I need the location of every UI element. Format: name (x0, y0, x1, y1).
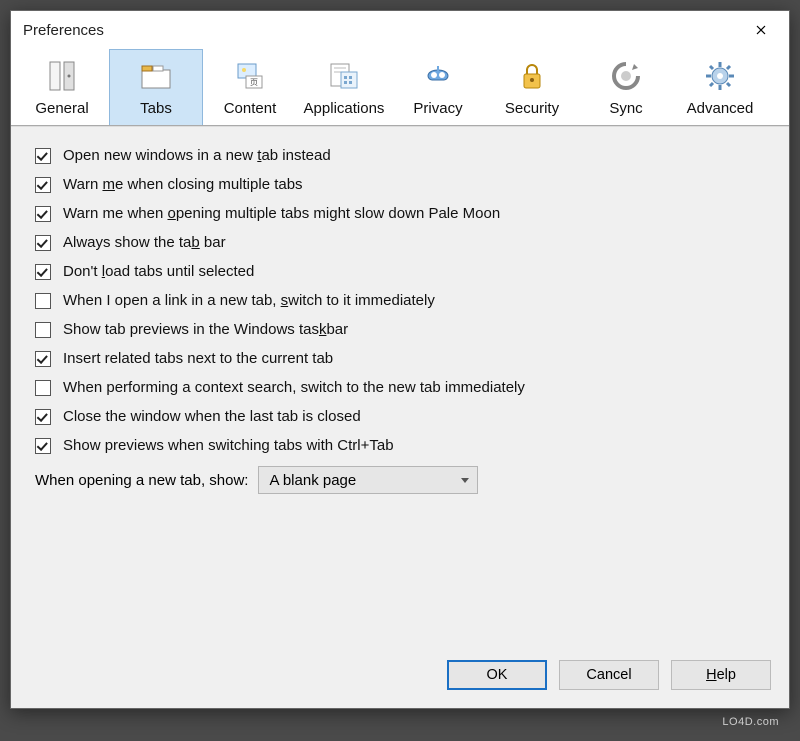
tab-applications[interactable]: Applications (297, 49, 391, 125)
checkbox-insert-related[interactable] (35, 351, 51, 367)
option-close-window-last-tab: Close the window when the last tab is cl… (35, 408, 765, 425)
window-title: Preferences (23, 22, 104, 39)
option-label: Close the window when the last tab is cl… (63, 408, 361, 425)
tab-security[interactable]: Security (485, 49, 579, 125)
general-icon (42, 56, 82, 96)
ok-button[interactable]: OK (447, 660, 547, 690)
tab-general[interactable]: General (15, 49, 109, 125)
option-dont-load-until-selected: Don't load tabs until selected (35, 263, 765, 280)
checkbox-context-search-switch[interactable] (35, 380, 51, 396)
cancel-button[interactable]: Cancel (559, 660, 659, 690)
applications-icon (324, 56, 364, 96)
option-label: Show tab previews in the Windows taskbar (63, 321, 348, 338)
checkbox-close-window-last-tab[interactable] (35, 409, 51, 425)
tab-security-label: Security (488, 100, 576, 117)
tab-content[interactable]: 页 Content (203, 49, 297, 125)
tabs-panel: Open new windows in a new tab instead Wa… (11, 126, 789, 646)
option-taskbar-previews: Show tab previews in the Windows taskbar (35, 321, 765, 338)
checkbox-dont-load-until-selected[interactable] (35, 264, 51, 280)
option-label: Insert related tabs next to the current … (63, 350, 333, 367)
new-tab-show-row: When opening a new tab, show: A blank pa… (35, 466, 765, 494)
option-label: When I open a link in a new tab, switch … (63, 292, 435, 309)
checkbox-always-show-tabbar[interactable] (35, 235, 51, 251)
option-label: Warn me when opening multiple tabs might… (63, 205, 500, 222)
checkbox-ctrl-tab-previews[interactable] (35, 438, 51, 454)
checkbox-warn-close-multiple[interactable] (35, 177, 51, 193)
tabs-icon (136, 56, 176, 96)
option-label: Always show the tab bar (63, 234, 226, 251)
checkbox-new-windows-in-tab[interactable] (35, 148, 51, 164)
tab-privacy-label: Privacy (394, 100, 482, 117)
sync-icon (606, 56, 646, 96)
tab-tabs[interactable]: Tabs (109, 49, 203, 125)
option-label: Open new windows in a new tab instead (63, 147, 331, 164)
option-warn-open-multiple: Warn me when opening multiple tabs might… (35, 205, 765, 222)
content-icon: 页 (230, 56, 270, 96)
advanced-icon (700, 56, 740, 96)
checkbox-switch-on-open[interactable] (35, 293, 51, 309)
tab-advanced-label: Advanced (676, 100, 764, 117)
option-label: Warn me when closing multiple tabs (63, 176, 303, 193)
svg-text:页: 页 (250, 78, 258, 87)
new-tab-show-value: A blank page (269, 472, 356, 489)
option-context-search-switch: When performing a context search, switch… (35, 379, 765, 396)
option-insert-related: Insert related tabs next to the current … (35, 350, 765, 367)
tab-sync[interactable]: Sync (579, 49, 673, 125)
checkbox-taskbar-previews[interactable] (35, 322, 51, 338)
option-new-windows-in-tab: Open new windows in a new tab instead (35, 147, 765, 164)
close-icon (756, 25, 766, 35)
tab-privacy[interactable]: Privacy (391, 49, 485, 125)
option-label: Don't load tabs until selected (63, 263, 254, 280)
option-switch-on-open: When I open a link in a new tab, switch … (35, 292, 765, 309)
tab-tabs-label: Tabs (112, 100, 200, 117)
help-button[interactable]: Help (671, 660, 771, 690)
close-button[interactable] (743, 17, 779, 43)
option-label: Show previews when switching tabs with C… (63, 437, 394, 454)
preferences-window: Preferences General Tabs 页 Content (10, 10, 790, 709)
checkbox-warn-open-multiple[interactable] (35, 206, 51, 222)
security-icon (512, 56, 552, 96)
privacy-icon (418, 56, 458, 96)
watermark: LO4D.com (722, 716, 779, 728)
titlebar: Preferences (11, 11, 789, 45)
category-toolbar: General Tabs 页 Content Applications Priv… (11, 45, 789, 126)
tab-applications-label: Applications (300, 100, 388, 117)
option-ctrl-tab-previews: Show previews when switching tabs with C… (35, 437, 765, 454)
tab-general-label: General (18, 100, 106, 117)
chevron-down-icon (461, 478, 469, 483)
option-warn-close-multiple: Warn me when closing multiple tabs (35, 176, 765, 193)
new-tab-show-label: When opening a new tab, show: (35, 472, 248, 489)
tab-advanced[interactable]: Advanced (673, 49, 767, 125)
option-label: When performing a context search, switch… (63, 379, 525, 396)
option-always-show-tabbar: Always show the tab bar (35, 234, 765, 251)
new-tab-show-select[interactable]: A blank page (258, 466, 478, 494)
tab-content-label: Content (206, 100, 294, 117)
tab-sync-label: Sync (582, 100, 670, 117)
dialog-button-bar: OK Cancel Help (11, 646, 789, 708)
